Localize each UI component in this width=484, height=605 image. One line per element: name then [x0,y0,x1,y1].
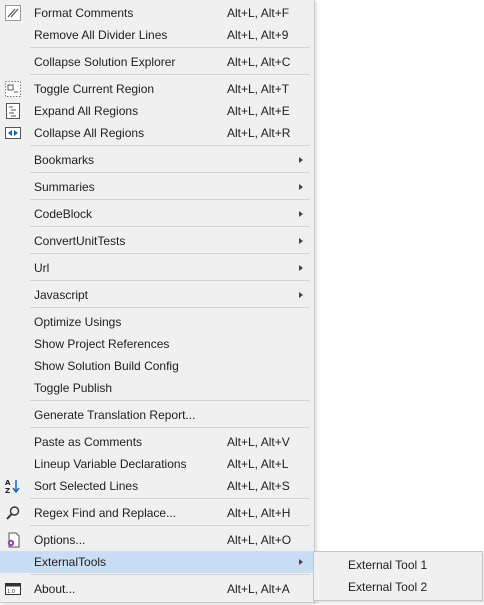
menu-item-label: Generate Translation Report... [34,408,196,422]
stage: Format Comments Alt+L, Alt+F Remove All … [0,0,484,605]
menu-separator [30,74,310,75]
menu-separator [30,199,310,200]
menu-item-summaries[interactable]: Summaries [0,176,314,198]
menu-separator [30,253,310,254]
shortcut-text: Alt+L, Alt+F [227,6,290,20]
menu-item-label: Remove All Divider Lines [34,28,168,42]
menu-item-label: ConvertUnitTests [34,234,126,248]
menu-separator [30,145,310,146]
menu-item-label: Toggle Publish [34,381,113,395]
menu-item-label: Summaries [34,180,95,194]
menu-item-sort-lines[interactable]: A Z Sort Selected Lines Alt+L, Alt+S [0,475,314,497]
sort-az-icon: A Z [5,478,21,495]
menu-item-collapse-regions[interactable]: Collapse All Regions Alt+L, Alt+R [0,122,314,144]
menu-item-label: Javascript [34,288,89,302]
menu-item-url[interactable]: Url [0,257,314,279]
context-menu: Format Comments Alt+L, Alt+F Remove All … [0,0,315,603]
menu-item-label: Show Project References [34,337,170,351]
menu-item-label: Options... [34,533,86,547]
shortcut-text: Alt+L, Alt+9 [227,28,289,42]
menu-separator [30,280,310,281]
menu-item-label: Regex Find and Replace... [34,506,177,520]
magnifier-icon [5,505,21,521]
shortcut-text: Alt+L, Alt+T [227,82,290,96]
menu-item-label: About... [34,582,76,596]
menu-separator [30,574,310,575]
svg-text:Z: Z [5,487,10,494]
menu-item-external-tools[interactable]: ExternalTools [0,551,314,573]
submenu-arrow-icon [299,238,303,244]
svg-text:A: A [5,479,11,487]
menu-item-remove-dividers[interactable]: Remove All Divider Lines Alt+L, Alt+9 [0,24,314,46]
shortcut-text: Alt+L, Alt+E [227,104,290,118]
menu-item-label: Format Comments [34,6,134,20]
menu-item-convert-unit-tests[interactable]: ConvertUnitTests [0,230,314,252]
submenu-arrow-icon [299,184,303,190]
gear-page-icon [5,532,21,548]
menu-item-label: Optimize Usings [34,315,122,329]
submenu-item-external-tool-1[interactable]: External Tool 1 [315,554,481,576]
submenu-item-label: External Tool 2 [348,580,428,594]
submenu-item-external-tool-2[interactable]: External Tool 2 [315,576,481,598]
menu-item-regex-replace[interactable]: Regex Find and Replace... Alt+L, Alt+H [0,502,314,524]
menu-item-show-project-references[interactable]: Show Project References [0,333,314,355]
menu-item-toggle-publish[interactable]: Toggle Publish [0,377,314,399]
submenu-arrow-icon [299,292,303,298]
menu-item-javascript[interactable]: Javascript [0,284,314,306]
menu-item-label: ExternalTools [34,555,107,569]
menu-item-label: Expand All Regions [34,104,139,118]
menu-item-options[interactable]: Options... Alt+L, Alt+O [0,529,314,551]
dotted-region-icon [5,81,21,97]
submenu-arrow-icon [299,211,303,217]
menu-item-translation-report[interactable]: Generate Translation Report... [0,404,314,426]
menu-item-label: Show Solution Build Config [34,359,179,373]
menu-separator [30,400,310,401]
menu-item-label: Collapse Solution Explorer [34,55,176,69]
menu-separator [30,172,310,173]
menu-item-show-build-config[interactable]: Show Solution Build Config [0,355,314,377]
expand-regions-icon [5,103,21,119]
menu-item-optimize-usings[interactable]: Optimize Usings [0,311,314,333]
menu-item-lineup-variables[interactable]: Lineup Variable Declarations Alt+L, Alt+… [0,453,314,475]
menu-item-label: CodeBlock [34,207,93,221]
menu-item-label: Paste as Comments [34,435,143,449]
menu-item-collapse-solution[interactable]: Collapse Solution Explorer Alt+L, Alt+C [0,51,314,73]
menu-separator [30,47,310,48]
menu-item-codeblock[interactable]: CodeBlock [0,203,314,225]
shortcut-text: Alt+L, Alt+V [227,435,290,449]
menu-item-expand-regions[interactable]: Expand All Regions Alt+L, Alt+E [0,100,314,122]
external-tools-submenu: External Tool 1 External Tool 2 [313,551,483,601]
shortcut-text: Alt+L, Alt+S [227,479,290,493]
submenu-arrow-icon [299,157,303,163]
menu-item-label: Lineup Variable Declarations [34,457,187,471]
menu-item-label: Sort Selected Lines [34,479,139,493]
submenu-item-label: External Tool 1 [348,558,428,572]
version-box-icon: 1.0 [5,581,21,597]
shortcut-text: Alt+L, Alt+O [227,533,292,547]
menu-item-label: Bookmarks [34,153,95,167]
menu-item-toggle-region[interactable]: Toggle Current Region Alt+L, Alt+T [0,78,314,100]
pencil-lines-icon [5,5,21,21]
menu-item-paste-comments[interactable]: Paste as Comments Alt+L, Alt+V [0,431,314,453]
menu-item-about[interactable]: 1.0 About... Alt+L, Alt+A [0,578,314,600]
menu-separator [30,307,310,308]
svg-text:1.0: 1.0 [7,589,15,595]
shortcut-text: Alt+L, Alt+L [227,457,289,471]
menu-separator [30,525,310,526]
menu-item-format-comments[interactable]: Format Comments Alt+L, Alt+F [0,2,314,24]
submenu-arrow-icon [299,265,303,271]
shortcut-text: Alt+L, Alt+A [227,582,290,596]
menu-item-label: Toggle Current Region [34,82,155,96]
menu-separator [30,498,310,499]
shortcut-text: Alt+L, Alt+R [227,126,291,140]
shortcut-text: Alt+L, Alt+C [227,55,291,69]
menu-separator [30,427,310,428]
menu-item-label: Collapse All Regions [34,126,145,140]
menu-item-bookmarks[interactable]: Bookmarks [0,149,314,171]
submenu-arrow-icon [299,559,303,565]
collapse-regions-icon [5,125,21,141]
menu-separator [30,226,310,227]
shortcut-text: Alt+L, Alt+H [227,506,291,520]
menu-item-label: Url [34,261,50,275]
